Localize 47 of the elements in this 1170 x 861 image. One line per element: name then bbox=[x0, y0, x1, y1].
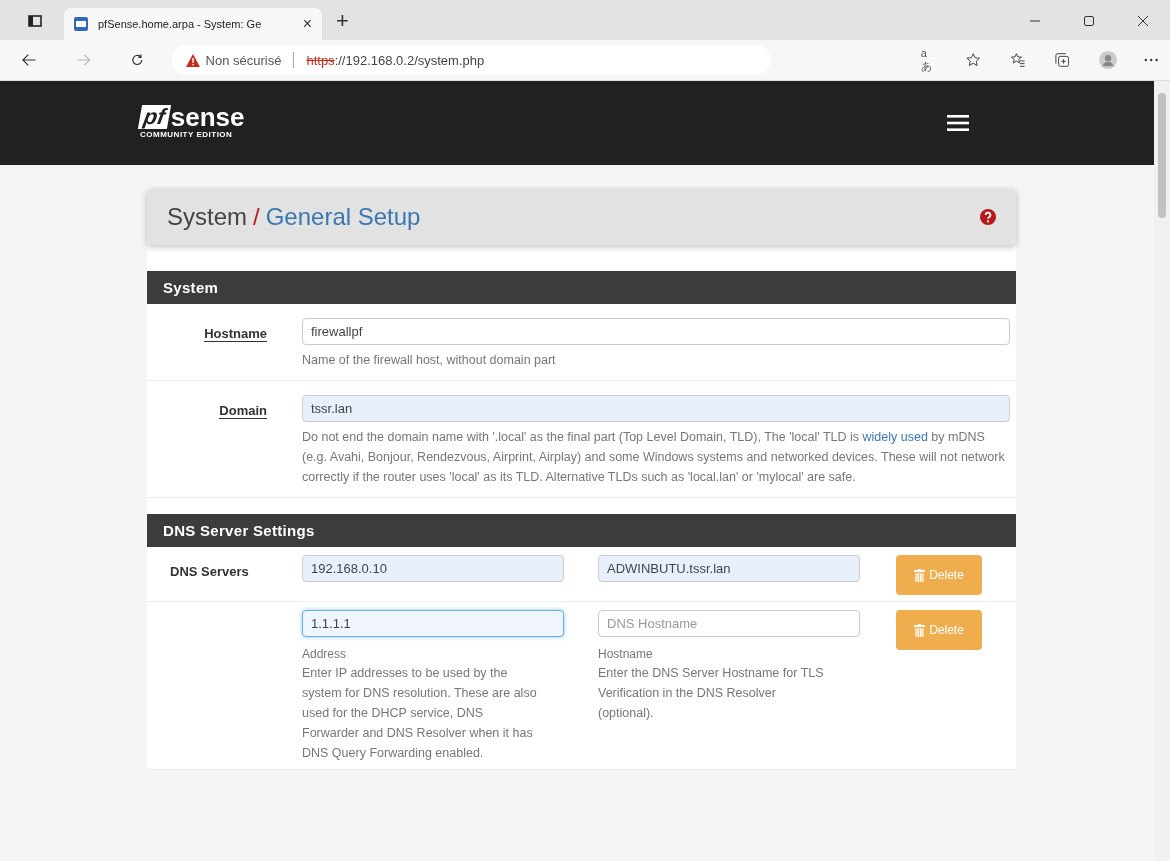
warning-icon bbox=[185, 53, 200, 67]
collections-icon[interactable] bbox=[1055, 52, 1070, 68]
hostname-field[interactable]: ADWINBUTU.tssr.lan bbox=[598, 555, 860, 582]
tab-title: pfSense.home.arpa - System: Ge bbox=[98, 18, 263, 30]
maximize-icon[interactable] bbox=[1083, 15, 1095, 27]
trash-icon bbox=[914, 568, 926, 582]
favorites-icon[interactable] bbox=[1010, 52, 1025, 68]
breadcrumb-separator: / bbox=[253, 203, 260, 231]
field-label: Domain bbox=[219, 403, 267, 419]
field-caption: Hostname bbox=[598, 647, 654, 661]
field-label: Hostname bbox=[204, 326, 267, 342]
text-field[interactable]: tssr.lan bbox=[302, 395, 1010, 422]
read-aloud-button[interactable]: aあ bbox=[920, 46, 937, 74]
help-text: Name of the firewall host, without domain part bbox=[302, 352, 557, 369]
address-field[interactable]: 1.1.1.1 bbox=[302, 610, 564, 637]
more-icon[interactable] bbox=[1143, 58, 1158, 62]
help-text: Do not end the domain name with '.local' as the final part (Top Level Domain, TLD), The 'local' TLD is widely used by mDNS (e.g. Avahi, Bonjour, Rendezvous, Airprint, Airplay) and some Windows systems and networked devices. These will not network correctly if the router uses 'local' as its TLD. Alternative TLDs such as 'local.lan' or 'mylocal' are safe. bbox=[302, 429, 1006, 486]
address-field[interactable]: Non sécurisé https://192.168.0.2/system.php bbox=[171, 45, 771, 75]
browser-tab[interactable]: pfSense.home.arpa - System: Ge × bbox=[64, 8, 322, 40]
tab-actions-icon[interactable] bbox=[28, 14, 42, 28]
close-icon[interactable] bbox=[1137, 15, 1149, 27]
breadcrumb-current[interactable]: General Setup bbox=[265, 203, 421, 231]
field-caption: Address bbox=[302, 647, 348, 661]
reload-icon[interactable] bbox=[130, 53, 144, 67]
new-tab-button[interactable]: + bbox=[336, 8, 349, 34]
trash-icon bbox=[914, 623, 926, 637]
help-text: Enter IP addresses to be used by the system for DNS resolution. These are also used for the DHCP service, DNS Forwarder and DNS Resolver when it has DNS Query Forwarding enabled. bbox=[302, 665, 537, 762]
favicon-icon bbox=[74, 17, 88, 31]
breadcrumb-parent: System bbox=[167, 203, 247, 231]
url-text: https://192.168.0.2/system.php bbox=[306, 52, 485, 68]
panel-heading: DNS Server Settings bbox=[147, 514, 1016, 547]
favorite-add-icon[interactable] bbox=[966, 52, 981, 68]
text-field[interactable]: firewallpf bbox=[302, 318, 1010, 345]
menu-icon[interactable] bbox=[947, 114, 969, 132]
hostname-field[interactable]: DNS Hostname bbox=[598, 610, 860, 637]
scrollbar[interactable] bbox=[1154, 81, 1170, 861]
help-text: Enter the DNS Server Hostname for TLS Verification in the DNS Resolver (optional). bbox=[598, 665, 825, 722]
back-arrow-icon[interactable] bbox=[22, 53, 37, 67]
address-field[interactable]: 192.168.0.10 bbox=[302, 555, 564, 582]
field-label: DNS Servers bbox=[170, 564, 249, 579]
panel-heading: System bbox=[147, 271, 1016, 304]
security-label: Non sécurisé bbox=[205, 52, 282, 68]
help-icon[interactable] bbox=[980, 209, 996, 225]
pfsense-logo[interactable]: pfsense COMMUNITY EDITION bbox=[140, 103, 245, 139]
profile-avatar-icon[interactable] bbox=[1099, 50, 1118, 70]
help-link[interactable]: widely used bbox=[862, 430, 928, 444]
tab-close-button[interactable]: × bbox=[302, 15, 312, 33]
